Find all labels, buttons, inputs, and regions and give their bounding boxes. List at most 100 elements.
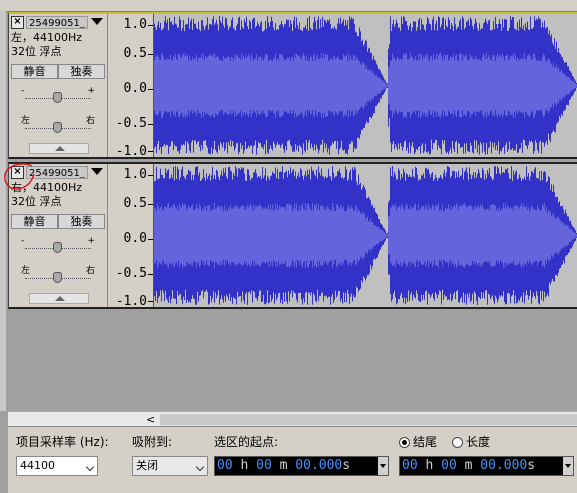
- ruler-tick-label: -0.5: [116, 267, 147, 281]
- pan-left-label: 左: [21, 267, 30, 276]
- end-option-label: 结尾: [413, 435, 437, 449]
- left-edge-strip: [0, 11, 6, 411]
- track-name-menu[interactable]: 25499051_: [26, 166, 88, 179]
- close-track-button[interactable]: ×: [11, 166, 24, 179]
- ruler-tick-label: -0.5: [116, 117, 147, 131]
- project-rate-value: 44100: [20, 459, 55, 472]
- start-seconds: 00.000: [295, 458, 342, 473]
- snap-to-value: 关闭: [136, 459, 158, 472]
- selection-toolbar: 项目采样率 (Hz): 44100 吸附到: 关闭 选区的起点: 00 h 00…: [8, 426, 577, 493]
- snap-to-select[interactable]: 关闭: [132, 456, 208, 476]
- track-header: × 25499051_: [11, 166, 105, 179]
- snap-to-label: 吸附到:: [132, 435, 172, 449]
- ruler-tick-label: 0.5: [124, 47, 147, 61]
- amplitude-ruler: 1.0 0.5 0.0 -0.5 -1.0: [108, 164, 154, 307]
- ruler-tick-line: [148, 54, 153, 55]
- waveform-display[interactable]: [154, 14, 577, 157]
- track-control-panel: × 25499051_ 左，44100Hz 32位 浮点 静音 独奏 - + 左…: [9, 14, 108, 157]
- gain-min-label: -: [21, 237, 24, 246]
- close-track-button[interactable]: ×: [11, 16, 24, 29]
- ruler-tick-line: [148, 124, 153, 125]
- dropdown-arrow-icon: [380, 464, 386, 468]
- pan-slider-thumb[interactable]: [53, 272, 62, 283]
- start-hours: 00: [217, 458, 233, 473]
- mute-button[interactable]: 静音: [11, 64, 58, 79]
- solo-button[interactable]: 独奏: [58, 214, 105, 229]
- start-minutes: 00: [256, 458, 272, 473]
- end-seconds-unit: s: [527, 458, 535, 473]
- start-minutes-unit: m: [280, 458, 288, 473]
- pan-slider[interactable]: 左 右: [19, 117, 97, 135]
- track-channel-rate: 右，44100Hz: [11, 181, 82, 195]
- chevron-down-icon: [86, 463, 94, 471]
- audio-track-right[interactable]: × 25499051_ 右，44100Hz 32位 浮点 静音 独奏 - + 左…: [8, 162, 577, 309]
- gain-slider-thumb[interactable]: [53, 242, 62, 253]
- mute-solo-row: 静音 独奏: [11, 214, 105, 229]
- pan-slider-thumb[interactable]: [53, 122, 62, 133]
- gain-max-label: +: [87, 237, 95, 246]
- chevron-down-icon: [196, 463, 204, 471]
- ruler-tick-label: 0.0: [124, 232, 147, 246]
- track-name-menu[interactable]: 25499051_: [26, 16, 88, 29]
- time-format-dropdown[interactable]: [563, 457, 573, 475]
- ruler-tick-label: 0.0: [124, 82, 147, 96]
- audio-track-left[interactable]: × 25499051_ 左，44100Hz 32位 浮点 静音 独奏 - + 左…: [8, 12, 577, 159]
- track-header: × 25499051_: [11, 16, 105, 29]
- amplitude-ruler: 1.0 0.5 0.0 -0.5 -1.0: [108, 14, 154, 157]
- track-control-panel: × 25499051_ 右，44100Hz 32位 浮点 静音 独奏 - + 左…: [9, 164, 108, 307]
- ruler-tick-line: [148, 25, 153, 26]
- ruler-tick-line: [148, 175, 153, 176]
- horizontal-scrollbar[interactable]: <: [8, 411, 577, 427]
- solo-button[interactable]: 独奏: [58, 64, 105, 79]
- pan-right-label: 右: [86, 267, 95, 276]
- end-minutes: 00: [441, 458, 457, 473]
- end-radio[interactable]: [399, 437, 410, 448]
- ruler-tick-label: 0.5: [124, 197, 147, 211]
- collapse-up-icon: [55, 296, 65, 301]
- start-hours-unit: h: [240, 458, 248, 473]
- ruler-tick-label: 1.0: [124, 168, 147, 182]
- ruler-tick-line: [148, 89, 153, 90]
- ruler-tick-label: 1.0: [124, 18, 147, 32]
- scroll-left-arrow[interactable]: <: [146, 413, 155, 426]
- ruler-tick-line: [148, 151, 153, 152]
- ruler-tick-line: [148, 274, 153, 275]
- gain-slider-thumb[interactable]: [53, 92, 62, 103]
- end-minutes-unit: m: [465, 458, 473, 473]
- dropdown-arrow-icon: [565, 464, 571, 468]
- scrollbar-track[interactable]: [160, 414, 577, 425]
- pan-left-label: 左: [21, 117, 30, 126]
- gain-slider[interactable]: - +: [19, 87, 97, 105]
- empty-track-area[interactable]: [8, 311, 577, 411]
- track-channel-rate: 左，44100Hz: [11, 31, 82, 45]
- time-format-dropdown[interactable]: [378, 457, 388, 475]
- selection-start-label: 选区的起点:: [214, 435, 278, 449]
- top-toolbar-strip: [0, 0, 577, 12]
- project-rate-label: 项目采样率 (Hz):: [16, 435, 109, 449]
- mute-solo-row: 静音 独奏: [11, 64, 105, 79]
- collapse-track-button[interactable]: [29, 143, 89, 154]
- collapse-track-button[interactable]: [29, 293, 89, 304]
- ruler-tick-label: -1.0: [116, 295, 147, 309]
- gain-min-label: -: [21, 87, 24, 96]
- gain-slider[interactable]: - +: [19, 237, 97, 255]
- mute-button[interactable]: 静音: [11, 214, 58, 229]
- length-radio[interactable]: [452, 437, 463, 448]
- end-hours-unit: h: [425, 458, 433, 473]
- ruler-tick-label: -1.0: [116, 145, 147, 159]
- end-hours: 00: [402, 458, 418, 473]
- pan-slider[interactable]: 左 右: [19, 267, 97, 285]
- waveform-display[interactable]: [154, 164, 577, 307]
- track-sample-format: 32位 浮点: [11, 45, 62, 59]
- track-menu-dropdown-icon[interactable]: [91, 168, 103, 175]
- pan-right-label: 右: [86, 117, 95, 126]
- selection-start-time[interactable]: 00 h 00 m 00.000s: [214, 456, 389, 476]
- selection-end-time[interactable]: 00 h 00 m 00.000s: [399, 456, 574, 476]
- ruler-tick-line: [148, 204, 153, 205]
- end-seconds: 00.000: [480, 458, 527, 473]
- ruler-tick-line: [148, 239, 153, 240]
- project-rate-select[interactable]: 44100: [16, 456, 98, 476]
- track-menu-dropdown-icon[interactable]: [91, 18, 103, 25]
- gain-max-label: +: [87, 87, 95, 96]
- track-sample-format: 32位 浮点: [11, 195, 62, 209]
